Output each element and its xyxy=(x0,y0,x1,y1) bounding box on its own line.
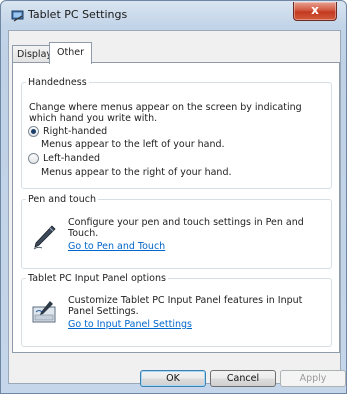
tablet-pc-settings-window: Tablet PC Settings x Display Other Hande… xyxy=(0,0,347,394)
radio-unchecked-icon[interactable] xyxy=(28,153,39,164)
left-handed-label[interactable]: Left-handed xyxy=(43,153,100,164)
input-panel-link[interactable]: Go to Input Panel Settings xyxy=(68,319,192,330)
radio-checked-icon[interactable] xyxy=(28,126,39,137)
input-panel-text: Customize Tablet PC Input Panel features… xyxy=(68,295,303,317)
ok-button[interactable]: OK xyxy=(140,370,206,387)
handedness-legend: Handedness xyxy=(28,77,87,88)
cancel-button[interactable]: Cancel xyxy=(210,370,276,387)
pen-icon xyxy=(33,225,56,250)
right-handed-hint: Menus appear to the left of your hand. xyxy=(41,139,225,150)
tablet-pc-icon xyxy=(11,10,24,22)
right-handed-label[interactable]: Right-handed xyxy=(43,126,107,137)
close-button[interactable]: x xyxy=(293,2,337,21)
tab-other[interactable]: Other xyxy=(49,42,92,64)
input-panel-legend: Tablet PC Input Panel options xyxy=(28,273,166,284)
pen-touch-legend: Pen and touch xyxy=(28,194,96,205)
input-panel-group: Tablet PC Input Panel options Customize … xyxy=(21,273,332,347)
tab-panel-other: Handedness Change where menus appear on … xyxy=(12,62,340,353)
handedness-description: Change where menus appear on the screen … xyxy=(29,102,302,124)
window-title: Tablet PC Settings xyxy=(28,8,128,21)
pen-touch-group: Pen and touch Configure your pen and tou… xyxy=(21,194,332,269)
close-icon: x xyxy=(311,3,319,17)
input-panel-icon xyxy=(32,301,56,323)
right-handed-radio[interactable]: Right-handed xyxy=(28,126,107,137)
title-bar[interactable]: Tablet PC Settings x xyxy=(1,1,346,27)
pen-touch-text: Configure your pen and touch settings in… xyxy=(68,217,304,239)
left-handed-hint: Menus appear to the right of your hand. xyxy=(41,167,232,178)
pen-touch-link[interactable]: Go to Pen and Touch xyxy=(68,241,165,252)
dialog-client-area: Display Other Handedness Change where me… xyxy=(8,30,346,387)
left-handed-radio[interactable]: Left-handed xyxy=(28,153,100,164)
handedness-group: Handedness Change where menus appear on … xyxy=(21,77,332,189)
apply-button[interactable]: Apply xyxy=(280,370,346,387)
